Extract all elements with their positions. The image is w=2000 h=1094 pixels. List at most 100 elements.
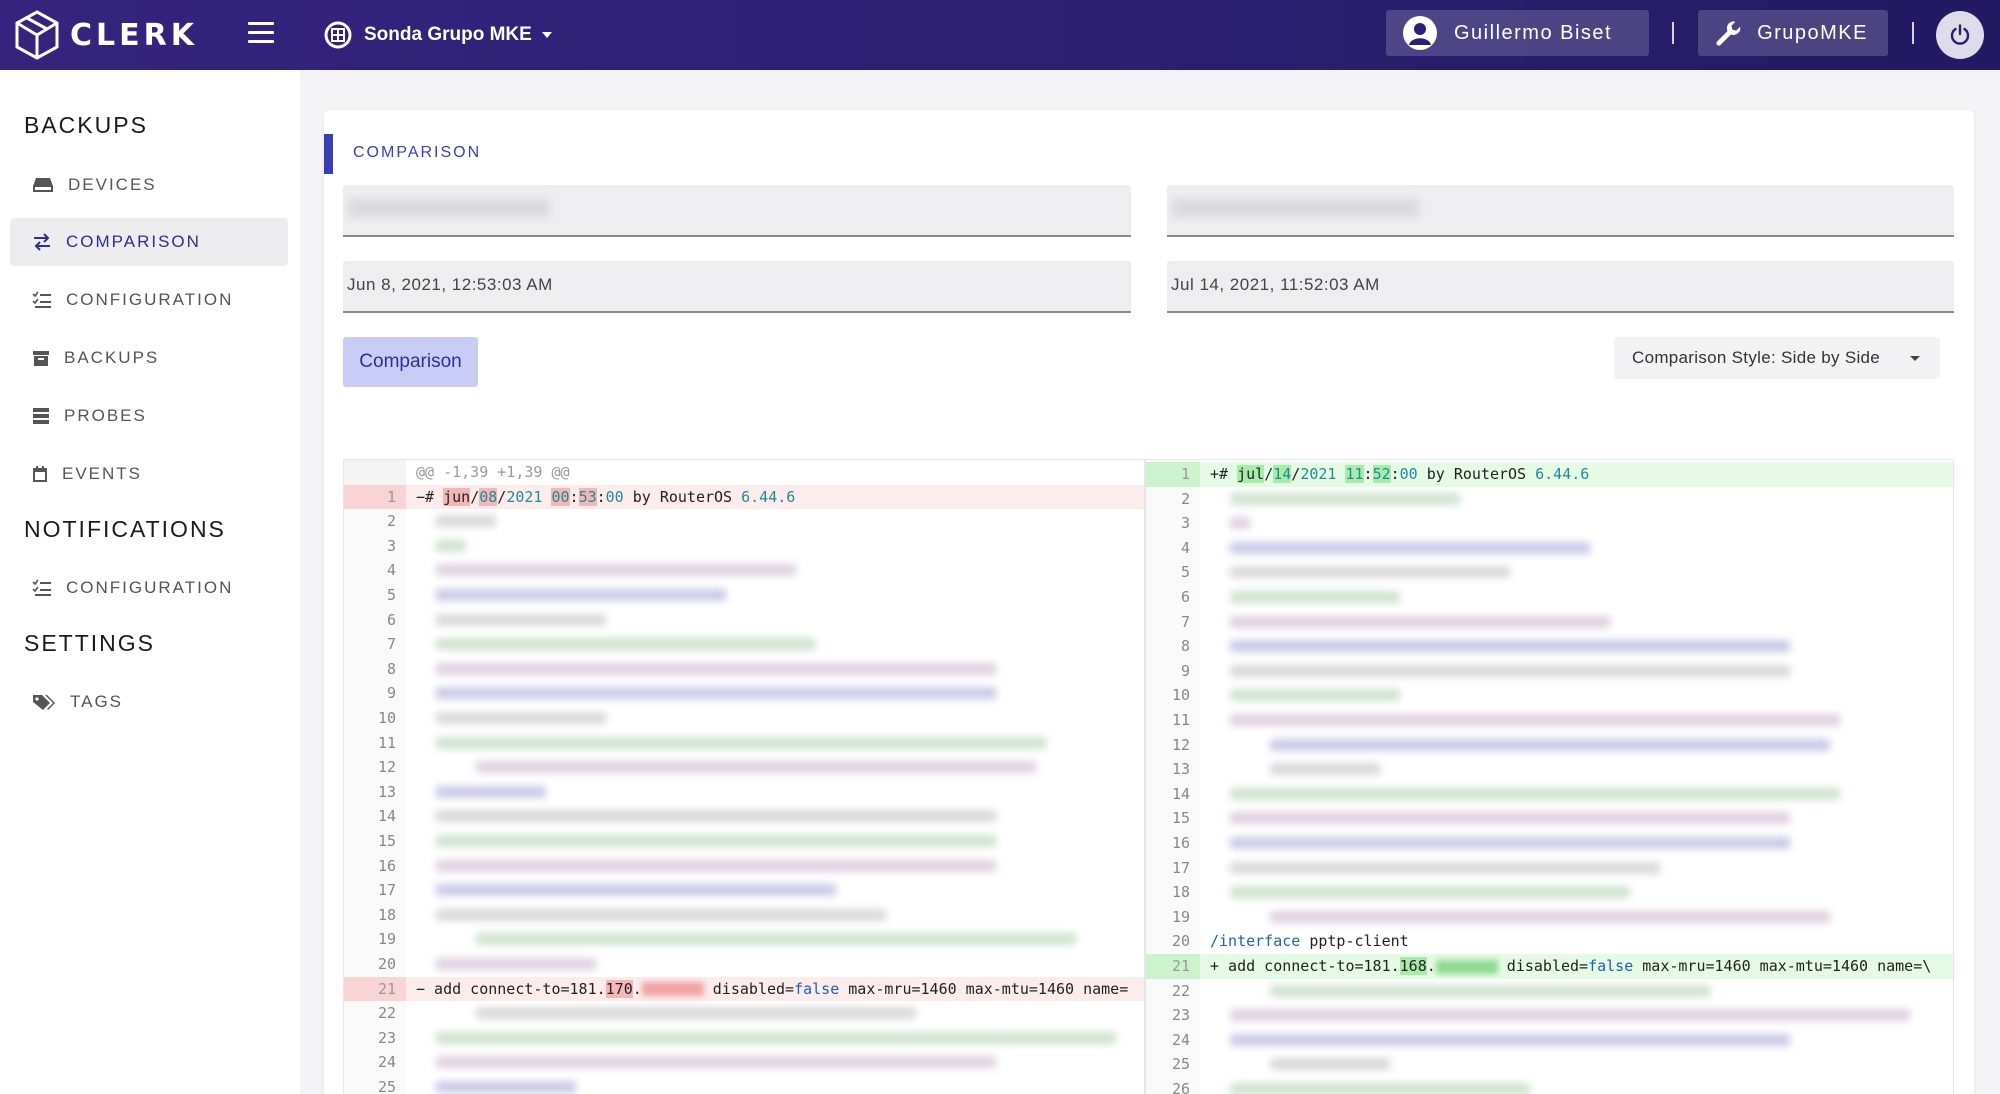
user-menu-button[interactable]: Guillermo Biset <box>1386 10 1649 56</box>
settings-tool-button[interactable]: GrupoMKE <box>1698 10 1888 56</box>
redacted-code <box>1230 886 1630 899</box>
sidebar-item-devices[interactable]: DEVICES <box>10 161 288 209</box>
divider <box>1912 22 1914 44</box>
redacted-code <box>1270 1058 1390 1071</box>
redacted-code <box>1230 787 1840 800</box>
diff-line-row: 3 <box>1146 511 1953 536</box>
code-token: 08 <box>479 487 498 506</box>
redacted-code <box>1270 763 1380 776</box>
redacted-code <box>436 908 886 921</box>
redacted-code <box>1230 837 1790 849</box>
diff-pane-right[interactable]: 1 +# jul/14/2021 11:52:00 by RouterOS 6.4… <box>1145 459 1954 1094</box>
line-number: 11 <box>344 730 406 756</box>
code-token: add connect-to=181. <box>1219 957 1400 975</box>
comparison-card: COMPARISON Jun 8, 2021, 12:53:03 AM Jul … <box>324 110 1974 1094</box>
sidebar-item-backups[interactable]: BACKUPS <box>10 334 288 382</box>
right-backup-date-select[interactable]: Jul 14, 2021, 11:52:03 AM <box>1167 261 1954 313</box>
code-token: − <box>416 487 426 506</box>
code-token: by RouterOS <box>1417 465 1536 483</box>
redacted-code <box>476 1007 916 1020</box>
sidebar-item-comparison[interactable]: COMPARISON <box>10 218 288 266</box>
line-number: 14 <box>344 804 406 829</box>
redacted-code <box>1230 664 1790 677</box>
code-token: − <box>416 979 426 998</box>
diff-line-row: 5 <box>344 583 1144 608</box>
line-number: 25 <box>344 1075 406 1094</box>
code-token: pptp-client <box>1300 932 1409 951</box>
server-icon <box>33 408 49 424</box>
line-number: 9 <box>344 681 406 706</box>
diff-line-row: 20 <box>344 952 1144 977</box>
redacted-code <box>436 613 606 626</box>
diff-pane-left[interactable]: @@ -1,39 +1,39 @@ 1 −# jun/08/2021 00:53:… <box>343 459 1145 1094</box>
redacted-code <box>1230 812 1790 825</box>
line-number: 20 <box>344 952 406 977</box>
code-token: 00 <box>1399 465 1418 483</box>
sidebar-item-label: BACKUPS <box>64 348 160 367</box>
comparison-button[interactable]: Comparison <box>343 337 478 387</box>
code-token: disabled= <box>703 979 795 998</box>
diff-line-row: 10 <box>1146 683 1953 708</box>
redacted-code <box>436 1056 996 1069</box>
redacted-code <box>1230 591 1400 603</box>
wrench-icon <box>1716 21 1741 46</box>
redacted-code <box>1230 689 1400 702</box>
logout-button[interactable] <box>1936 11 1984 59</box>
diff-line-row: 25 <box>1146 1052 1953 1077</box>
sidebar-item-probes[interactable]: PROBES <box>10 392 288 440</box>
right-device-select[interactable] <box>1167 185 1954 237</box>
sidebar-item-tags[interactable]: TAGS <box>10 678 288 726</box>
sidebar-item-notification-configuration[interactable]: CONFIGURATION <box>10 564 288 612</box>
redacted-code <box>1230 1009 1910 1022</box>
line-number: 1 <box>1146 462 1200 487</box>
code-token: disabled= <box>1497 957 1589 975</box>
diff-line-row: 11 <box>1146 708 1953 733</box>
line-number: 19 <box>1146 904 1200 930</box>
comparison-style-label: Comparison Style: Side by Side <box>1632 348 1881 367</box>
line-number: 8 <box>1146 634 1200 659</box>
redacted-code <box>476 761 1036 774</box>
sidebar-item-configuration[interactable]: CONFIGURATION <box>10 276 288 324</box>
redacted-code <box>1230 714 1840 726</box>
code-token: 2021 <box>1300 465 1337 483</box>
redacted-code <box>436 1081 576 1093</box>
line-number: 2 <box>344 509 406 534</box>
left-backup-date-select[interactable]: Jun 8, 2021, 12:53:03 AM <box>343 261 1131 313</box>
clerk-logo[interactable]: CLERK <box>14 8 198 62</box>
redacted-code <box>436 859 996 872</box>
diff-line-row: 9 <box>344 681 1144 706</box>
code-token: / <box>497 487 507 506</box>
line-number: 3 <box>1146 511 1200 536</box>
sidebar-item-label: TAGS <box>70 692 124 711</box>
diff-line-row: 8 <box>344 656 1144 682</box>
redacted-code <box>1230 566 1510 579</box>
diff-line-row: 23 <box>1146 1003 1953 1028</box>
line-number: 18 <box>344 902 406 928</box>
line-number: 5 <box>344 583 406 608</box>
line-number: 23 <box>344 1025 406 1051</box>
code-token: : <box>596 487 606 506</box>
redacted-code <box>436 958 596 970</box>
line-number: 7 <box>344 632 406 657</box>
diff-line-row: 13 <box>344 779 1144 805</box>
sidebar-item-events[interactable]: EVENTS <box>10 450 288 498</box>
code-token: + <box>1210 957 1220 975</box>
code-token: + <box>1210 465 1220 483</box>
comparison-style-select[interactable]: Comparison Style: Side by Side <box>1614 337 1940 379</box>
diff-line-row: 2 <box>1146 486 1953 512</box>
code-token: / <box>1264 465 1274 483</box>
org-selector[interactable]: Sonda Grupo MKE <box>324 18 552 52</box>
redacted-code <box>1230 492 1460 505</box>
line-number: 4 <box>344 558 406 583</box>
redacted-code <box>1230 640 1790 653</box>
diff-line-row: 21− add connect-to=181.170. disabled=fal… <box>344 976 1144 1002</box>
redacted-ip <box>1435 959 1498 974</box>
redacted-code <box>436 589 726 601</box>
left-device-select[interactable] <box>343 185 1131 237</box>
diff-line-row: 6 <box>1146 585 1953 610</box>
divider <box>1672 22 1674 44</box>
right-device-value-redacted <box>1173 199 1418 217</box>
menu-toggle-button[interactable] <box>248 22 274 46</box>
code-token: false <box>1588 957 1634 975</box>
line-number: 15 <box>1146 806 1200 831</box>
